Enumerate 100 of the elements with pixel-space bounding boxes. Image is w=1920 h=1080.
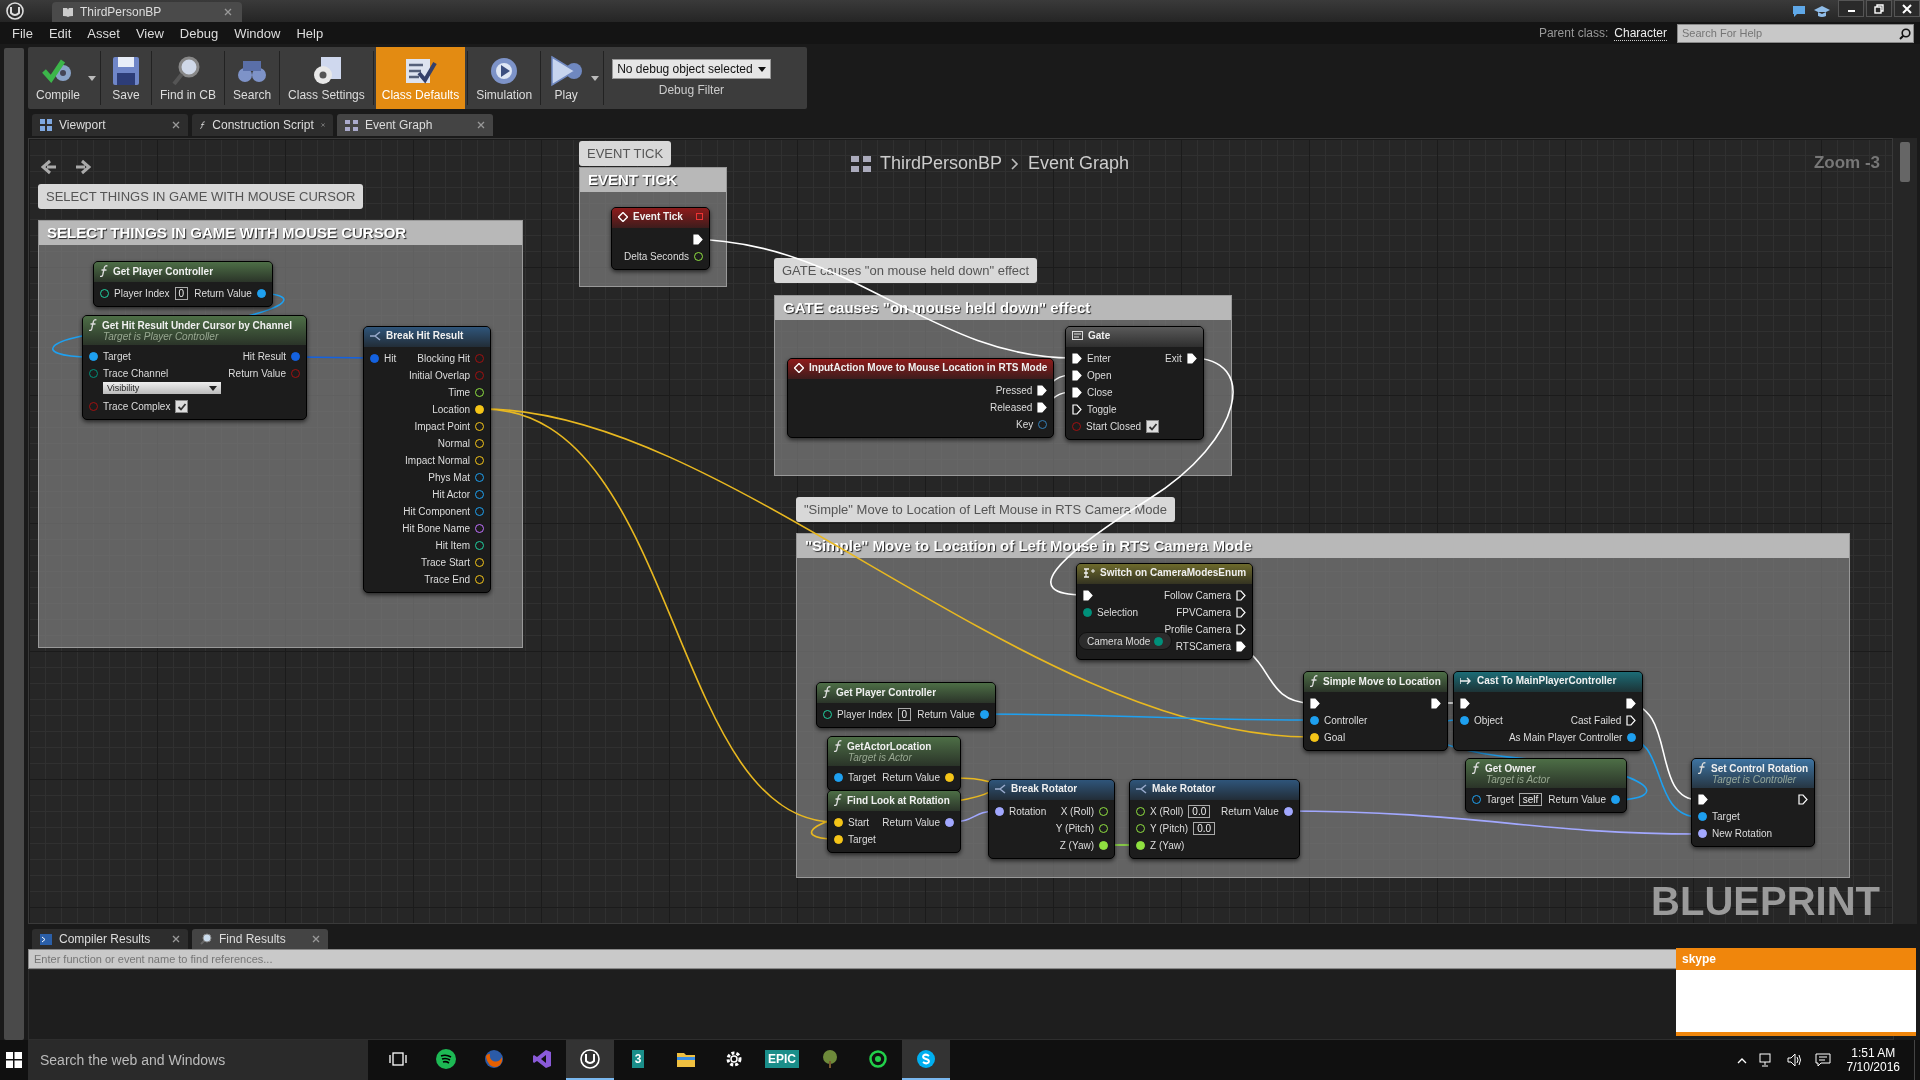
exec-pin-icon[interactable] [1430,698,1441,709]
panel-tab[interactable]: Find Results [192,929,328,949]
exec-pin-icon[interactable] [1072,370,1082,381]
pin-icon[interactable] [89,352,98,361]
chat-bubble-icon[interactable] [1792,4,1806,18]
pin-icon[interactable] [256,289,266,298]
dropdown[interactable]: Visibility [103,382,221,394]
editor-tab[interactable]: Event Graph [337,114,493,136]
close-icon[interactable] [477,121,485,129]
pin-icon[interactable] [1611,795,1620,804]
taskbar-app-button[interactable] [566,1040,614,1080]
pin-icon[interactable] [1310,716,1319,725]
value-field[interactable]: 0.0 [1188,805,1211,818]
clock-time[interactable]: 1:51 AM [1851,1046,1896,1060]
menu-item[interactable]: Debug [171,25,227,41]
forward-arrow-icon[interactable] [75,159,91,175]
pin-icon[interactable] [945,818,954,827]
menu-item[interactable]: Asset [79,25,128,41]
pin-icon[interactable] [1627,733,1637,742]
menu-item[interactable]: Help [288,25,332,41]
exec-pin-icon[interactable] [1236,607,1247,618]
debug-object-dropdown[interactable]: No debug object selected [612,59,771,79]
exec-pin-icon[interactable] [1310,698,1320,709]
pin-icon[interactable] [1083,608,1092,617]
exec-pin-icon[interactable] [1072,387,1082,398]
checkbox[interactable] [175,400,189,413]
value-field[interactable]: 0.0 [1193,822,1216,835]
exec-pin-icon[interactable] [693,234,704,245]
exec-pin-icon[interactable] [1236,590,1247,601]
pin-icon[interactable] [1698,829,1707,838]
blueprint-node[interactable]: Cast To MainPlayerController Object Cast Failed As Main Player Controller [1453,671,1644,751]
value-field[interactable]: 0 [897,708,912,721]
breadcrumb-item[interactable]: Event Graph [1028,153,1130,174]
toolbar-button[interactable]: Compile [30,47,86,109]
close-icon[interactable] [172,121,180,129]
exec-pin-icon[interactable] [1072,353,1082,364]
pin-icon[interactable] [1698,812,1707,821]
blueprint-node[interactable]: Get Player Controller Player Index 0 Return Value [93,261,273,307]
variable-node[interactable]: Camera Mode [1078,632,1173,650]
pin-icon[interactable] [979,710,989,719]
exec-pin-icon[interactable] [1626,698,1637,709]
checkbox[interactable] [1146,420,1160,433]
blueprint-node[interactable]: Event Tick Delta Seconds [611,207,711,270]
pin-icon[interactable] [834,773,843,782]
exec-pin-icon[interactable] [1236,641,1247,652]
search-icon[interactable] [1899,27,1911,40]
exec-pin-icon[interactable] [1186,353,1197,364]
blueprint-node[interactable]: Simple Move to Location Controller Goal [1303,671,1448,751]
parent-class-link[interactable]: Character [1614,25,1667,41]
blueprint-node[interactable]: InputAction Move to Mouse Location in RTS Mode Pressed Released Key [787,358,1055,438]
graph-canvas[interactable] [28,138,1893,924]
exec-pin-icon[interactable] [1626,715,1637,726]
toolbar-button[interactable]: Play [543,47,590,109]
notification-icon[interactable] [1814,1053,1831,1067]
value-field[interactable]: self [1518,793,1543,806]
chevron-up-icon[interactable] [1736,1056,1747,1064]
delegate-pin-icon[interactable] [696,213,704,220]
taskbar-app-button[interactable]: EPIC [758,1040,806,1080]
exec-pin-icon[interactable] [1072,404,1082,415]
exec-pin-icon[interactable] [1460,698,1470,709]
restore-button[interactable] [1866,0,1892,17]
toolbar-button[interactable]: Save [103,47,149,109]
graduation-cap-icon[interactable] [1814,4,1830,18]
toolbar-button[interactable]: Class Settings [282,47,371,109]
toolbar-button[interactable]: Find in CB [154,47,223,109]
blueprint-node[interactable]: Get Hit Result Under Cursor by Channel Target is Player Controller Target Trace Channel Visibility Trace Complex Hit Result Return Value [82,315,307,420]
close-icon[interactable] [312,935,320,943]
taskbar-search-field[interactable]: Search the web and Windows [28,1040,368,1080]
blueprint-node[interactable]: Get Player Controller Player Index 0 Return Value [816,682,996,728]
toolbar-button[interactable]: Search [227,47,278,109]
speaker-icon[interactable] [1786,1053,1803,1067]
blueprint-node[interactable]: Get Owner Target is Actor Target self Return Value [1465,758,1627,813]
exec-pin-icon[interactable] [1698,794,1708,805]
close-icon[interactable] [172,935,180,943]
value-field[interactable]: 0 [174,287,189,300]
panel-tab[interactable]: Compiler Results [32,929,188,949]
taskbar-app-button[interactable] [902,1040,950,1080]
help-search-field[interactable]: Search For Help [1677,23,1914,43]
exec-pin-icon[interactable] [1798,794,1809,805]
pin-icon[interactable] [995,807,1004,816]
pin-icon[interactable] [1460,716,1469,725]
blueprint-node[interactable]: Break Hit Result Hit Blocking Hit Initial Overlap Time Location Impact Point Normal Impact Normal Phys Mat Hit Actor Hit Component Hit Bone Name Hit Item Trace Start Trace End [363,326,492,593]
pin-icon[interactable] [1283,807,1293,816]
close-icon[interactable] [224,8,232,16]
blueprint-node[interactable]: GetActorLocation Target is Actor Target Return Value [827,736,961,791]
back-arrow-icon[interactable] [41,159,57,175]
blueprint-node[interactable]: Break Rotator Rotation X (Roll) Y (Pitch) Z (Yaw) [988,779,1115,859]
blueprint-node[interactable]: Set Control Rotation Target is Controller Target New Rotation [1691,758,1816,847]
blueprint-node[interactable]: Find Look at Rotation Start Target Return Value [827,790,961,853]
document-tab[interactable]: ThirdPersonBP [52,2,242,22]
taskbar-app-button[interactable]: 3 [614,1040,662,1080]
scrollbar[interactable] [1893,138,1917,924]
clock-date[interactable]: 7/10/2016 [1846,1060,1900,1074]
menu-item[interactable]: Edit [40,25,80,41]
minimize-button[interactable] [1838,0,1864,17]
close-button[interactable] [1894,0,1920,17]
blueprint-node[interactable]: Gate Enter Open Close Toggle Start Closed Exit [1065,326,1204,440]
exec-pin-icon[interactable] [1083,590,1093,601]
blueprint-node[interactable]: Make Rotator X (Roll) 0.0 Y (Pitch) 0.0 Z (Yaw) Return Value [1129,779,1300,859]
menu-item[interactable]: View [127,25,172,41]
